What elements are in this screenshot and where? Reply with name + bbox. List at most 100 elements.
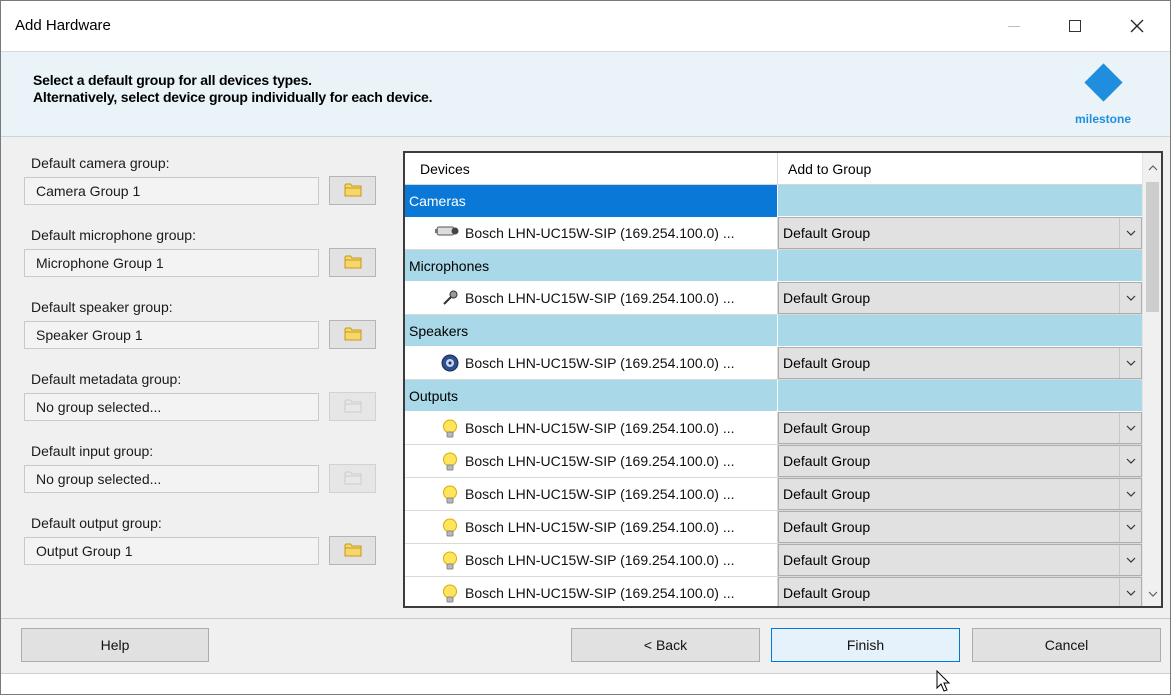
device-cell[interactable]: Bosch LHN-UC15W-SIP (169.254.100.0) ... [405,478,778,510]
default-group-field[interactable]: No group selected... [24,393,319,421]
default-group-label: Default speaker group: [31,299,173,315]
folder-icon [344,182,362,200]
finish-button[interactable]: Finish [771,628,960,662]
device-name: Bosch LHN-UC15W-SIP (169.254.100.0) ... [465,552,735,568]
group-dropdown[interactable]: Default Group [778,511,1142,543]
group-dropdown[interactable]: Default Group [778,282,1142,314]
scroll-down-arrow-icon[interactable] [1143,585,1161,603]
group-dropdown-value: Default Group [783,453,871,469]
lightbulb-icon [441,551,461,570]
grid-scrollbar[interactable] [1142,153,1161,606]
group-dropdown-value: Default Group [783,486,871,502]
title-bar: Add Hardware [1,1,1170,51]
group-dropdown-value: Default Group [783,585,871,601]
device-name: Bosch LHN-UC15W-SIP (169.254.100.0) ... [465,355,735,371]
scroll-up-arrow-icon[interactable] [1143,159,1161,177]
device-cell[interactable]: Bosch LHN-UC15W-SIP (169.254.100.0) ... [405,347,778,379]
group-dropdown[interactable]: Default Group [778,412,1142,444]
chevron-down-icon[interactable] [1119,413,1141,443]
chevron-down-icon[interactable] [1119,512,1141,542]
device-name: Bosch LHN-UC15W-SIP (169.254.100.0) ... [465,420,735,436]
default-group-field[interactable]: Camera Group 1 [24,177,319,205]
chevron-down-icon[interactable] [1119,479,1141,509]
chevron-down-icon[interactable] [1119,545,1141,575]
default-group-label: Default microphone group: [31,227,196,243]
mouse-cursor-icon [936,670,951,692]
minimize-icon [1008,25,1020,27]
help-button[interactable]: Help [21,628,209,662]
minimize-button[interactable] [991,1,1037,51]
cancel-button[interactable]: Cancel [972,628,1161,662]
status-strip [1,673,1170,694]
device-row[interactable]: Bosch LHN-UC15W-SIP (169.254.100.0) ... D… [405,282,1142,315]
column-header-devices[interactable]: Devices [405,153,778,185]
folder-icon [344,254,362,272]
browse-group-button[interactable] [329,392,376,421]
device-cell[interactable]: Bosch LHN-UC15W-SIP (169.254.100.0) ... [405,577,778,606]
default-group-field[interactable]: No group selected... [24,465,319,493]
browse-group-button[interactable] [329,320,376,349]
device-row[interactable]: Bosch LHN-UC15W-SIP (169.254.100.0) ... D… [405,478,1142,511]
logo-text: milestone [1074,112,1131,126]
scroll-thumb[interactable] [1146,182,1159,312]
maximize-icon [1069,20,1081,32]
device-cell[interactable]: Bosch LHN-UC15W-SIP (169.254.100.0) ... [405,412,778,444]
device-row[interactable]: Bosch LHN-UC15W-SIP (169.254.100.0) ... D… [405,511,1142,544]
chevron-down-icon[interactable] [1119,578,1141,606]
back-button[interactable]: < Back [571,628,760,662]
group-dropdown[interactable]: Default Group [778,347,1142,379]
group-dropdown[interactable]: Default Group [778,544,1142,576]
device-name: Bosch LHN-UC15W-SIP (169.254.100.0) ... [465,290,735,306]
close-button[interactable] [1114,1,1160,51]
instruction-header: Select a default group for all devices t… [1,51,1170,137]
chevron-down-icon[interactable] [1119,446,1141,476]
browse-group-button[interactable] [329,536,376,565]
folder-icon [344,326,362,344]
group-dropdown-value: Default Group [783,355,871,371]
device-row[interactable]: Bosch LHN-UC15W-SIP (169.254.100.0) ... D… [405,445,1142,478]
category-row-microphones[interactable]: Microphones [405,250,1142,282]
group-dropdown[interactable]: Default Group [778,445,1142,477]
maximize-button[interactable] [1052,1,1098,51]
logo-diamond-icon [1084,63,1123,102]
default-group-field[interactable]: Output Group 1 [24,537,319,565]
group-dropdown[interactable]: Default Group [778,217,1142,249]
category-row-cameras[interactable]: Cameras [405,185,1142,217]
category-row-outputs[interactable]: Outputs [405,380,1142,412]
device-row[interactable]: Bosch LHN-UC15W-SIP (169.254.100.0) ... D… [405,217,1142,250]
category-row-speakers[interactable]: Speakers [405,315,1142,347]
group-dropdown-value: Default Group [783,519,871,535]
lightbulb-icon [441,518,461,537]
device-row[interactable]: Bosch LHN-UC15W-SIP (169.254.100.0) ... D… [405,544,1142,577]
instruction-line-2: Alternatively, select device group indiv… [33,89,433,105]
device-name: Bosch LHN-UC15W-SIP (169.254.100.0) ... [465,585,735,601]
device-cell[interactable]: Bosch LHN-UC15W-SIP (169.254.100.0) ... [405,445,778,477]
device-cell[interactable]: Bosch LHN-UC15W-SIP (169.254.100.0) ... [405,511,778,543]
chevron-down-icon[interactable] [1119,218,1141,248]
group-dropdown-value: Default Group [783,552,871,568]
group-dropdown[interactable]: Default Group [778,478,1142,510]
device-grid[interactable]: Devices Add to Group Cameras Bosch LHN-UC… [403,151,1163,608]
browse-group-button[interactable] [329,464,376,493]
default-group-label: Default input group: [31,443,154,459]
category-name: Cameras [405,185,778,217]
device-name: Bosch LHN-UC15W-SIP (169.254.100.0) ... [465,453,735,469]
device-row[interactable]: Bosch LHN-UC15W-SIP (169.254.100.0) ... D… [405,412,1142,445]
category-name: Microphones [405,250,778,282]
column-header-add-to-group[interactable]: Add to Group [778,153,1142,185]
device-name: Bosch LHN-UC15W-SIP (169.254.100.0) ... [465,519,735,535]
default-group-field[interactable]: Microphone Group 1 [24,249,319,277]
chevron-down-icon[interactable] [1119,348,1141,378]
footer-separator [1,618,1170,619]
device-row[interactable]: Bosch LHN-UC15W-SIP (169.254.100.0) ... D… [405,577,1142,606]
add-hardware-dialog: Add Hardware Select a default group for … [0,0,1171,695]
group-dropdown[interactable]: Default Group [778,577,1142,606]
device-row[interactable]: Bosch LHN-UC15W-SIP (169.254.100.0) ... D… [405,347,1142,380]
device-cell[interactable]: Bosch LHN-UC15W-SIP (169.254.100.0) ... [405,282,778,314]
default-group-field[interactable]: Speaker Group 1 [24,321,319,349]
device-cell[interactable]: Bosch LHN-UC15W-SIP (169.254.100.0) ... [405,544,778,576]
browse-group-button[interactable] [329,176,376,205]
browse-group-button[interactable] [329,248,376,277]
device-cell[interactable]: Bosch LHN-UC15W-SIP (169.254.100.0) ... [405,217,778,249]
chevron-down-icon[interactable] [1119,283,1141,313]
